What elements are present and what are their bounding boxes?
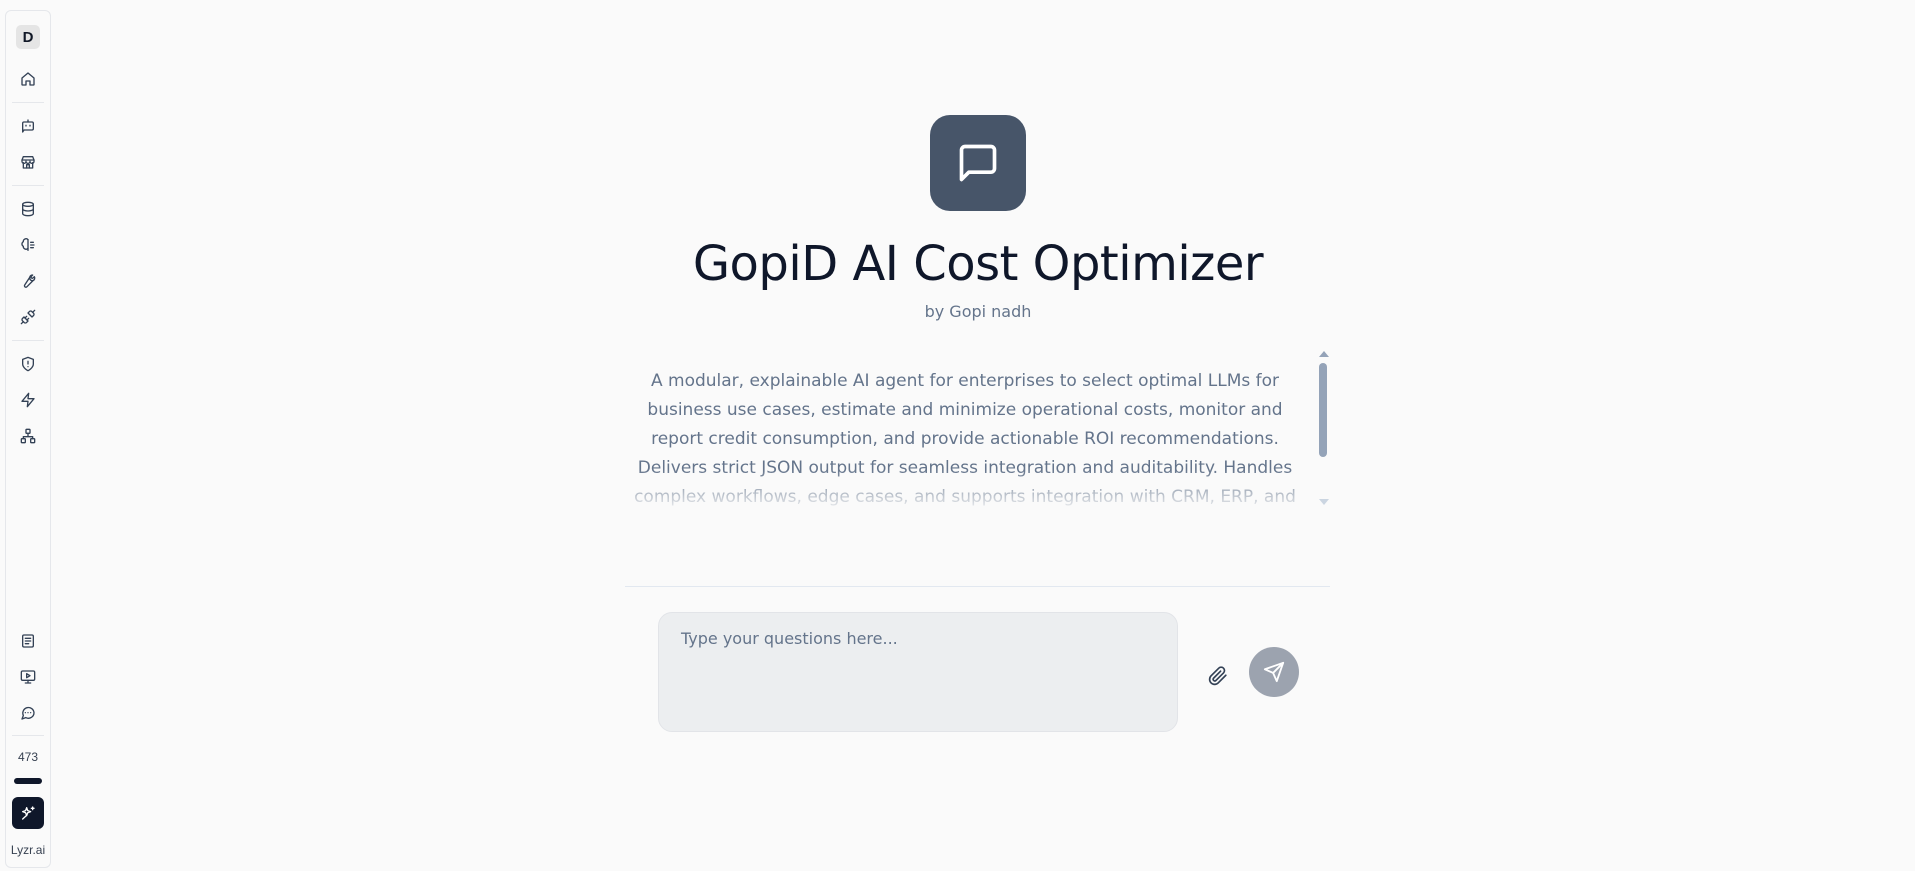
brand-label[interactable]: Lyzr.ai xyxy=(11,843,45,857)
presentation-icon[interactable] xyxy=(14,663,42,691)
sidebar-divider xyxy=(12,340,44,341)
scroll-down-arrow[interactable] xyxy=(1319,499,1329,505)
agent-title: GopiD AI Cost Optimizer xyxy=(692,236,1264,292)
shield-icon[interactable] xyxy=(14,350,42,378)
ai-assistant-button[interactable] xyxy=(12,797,44,829)
sparkles-icon xyxy=(22,806,35,820)
scroll-up-arrow[interactable] xyxy=(1319,351,1329,357)
description-scrollbar[interactable] xyxy=(1316,349,1330,509)
send-icon xyxy=(1263,661,1285,683)
send-button[interactable] xyxy=(1249,647,1299,697)
agent-description-panel[interactable]: A modular, explainable AI agent for ente… xyxy=(625,349,1330,509)
paperclip-icon xyxy=(1208,666,1227,686)
credits-bar xyxy=(14,778,42,784)
document-icon[interactable] xyxy=(14,627,42,655)
network-icon[interactable] xyxy=(14,422,42,450)
chat-input[interactable] xyxy=(658,612,1178,732)
scroll-thumb[interactable] xyxy=(1319,363,1327,457)
database-icon[interactable] xyxy=(14,195,42,223)
description-fade xyxy=(625,469,1316,509)
sidebar-divider xyxy=(12,185,44,186)
user-avatar[interactable]: D xyxy=(16,25,40,49)
attach-button[interactable] xyxy=(1202,660,1234,692)
message-square-icon xyxy=(959,144,997,182)
agent-avatar xyxy=(930,115,1026,211)
bot-icon[interactable] xyxy=(14,112,42,140)
message-circle-icon[interactable] xyxy=(14,699,42,727)
agent-byline: by Gopi nadh xyxy=(924,302,1032,321)
credits-count: 473 xyxy=(17,750,39,764)
lightning-icon[interactable] xyxy=(14,386,42,414)
sidebar-divider xyxy=(12,102,44,103)
store-icon[interactable] xyxy=(14,148,42,176)
sidebar: D 473 Lyzr.ai xyxy=(5,10,51,868)
sidebar-divider xyxy=(12,735,44,736)
chat-divider xyxy=(625,586,1330,587)
home-icon[interactable] xyxy=(14,65,42,93)
